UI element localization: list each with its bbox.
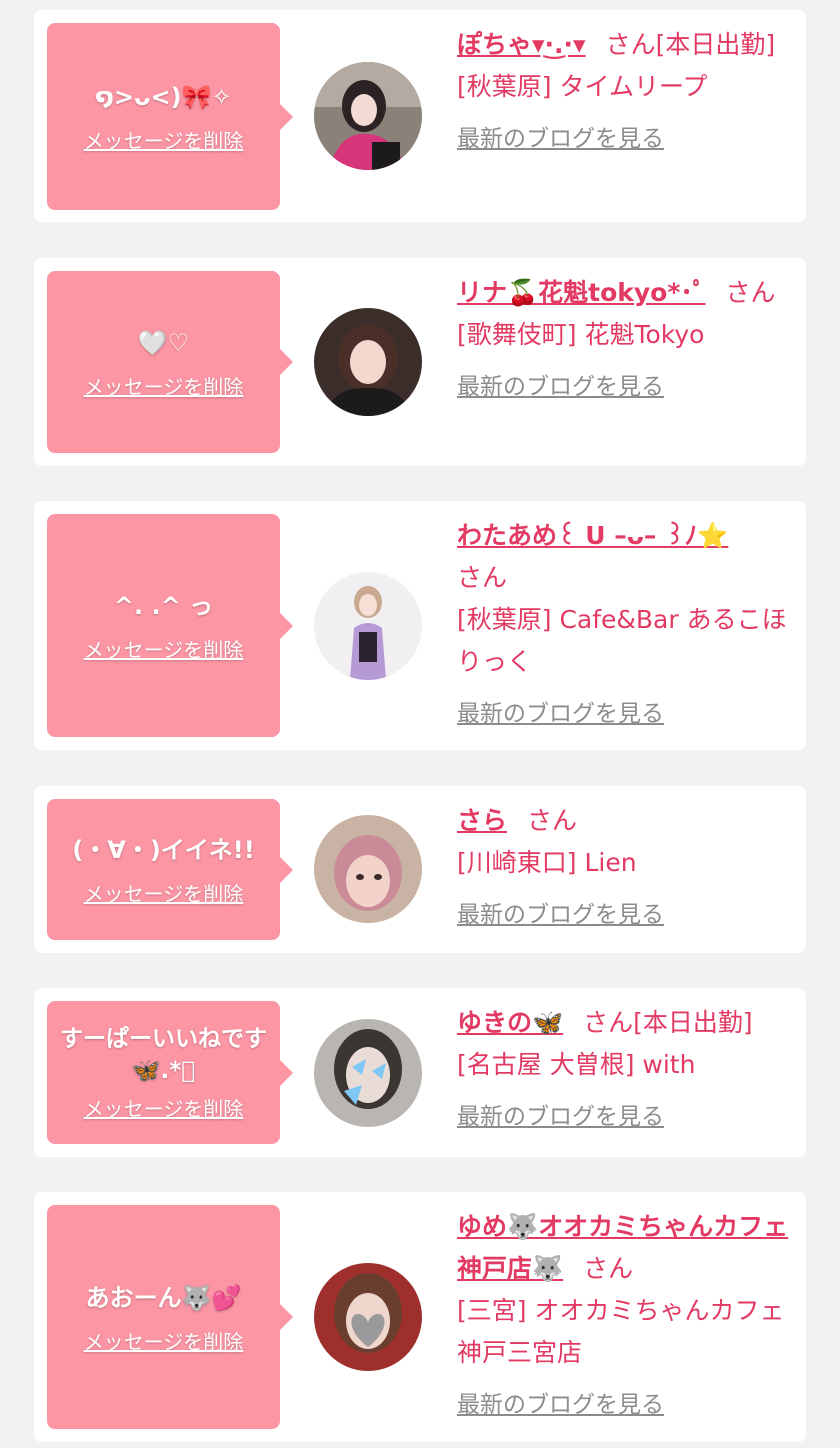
message-text: ໑>ᴗ<)🎀✧ <box>95 83 232 111</box>
photo-avatar-3-icon <box>314 572 422 680</box>
honorific: さん <box>583 1008 634 1037</box>
shop-name: [川崎東口] Lien <box>457 848 637 877</box>
cast-name-link[interactable]: リナ🍒花魁tokyo*･ﾟ <box>457 278 705 307</box>
attendance-badge: [本日出勤] <box>655 30 776 59</box>
avatar[interactable] <box>314 572 422 680</box>
attendance-badge: [本日出勤] <box>633 1008 753 1037</box>
list-item: (・∀・)イイネ!! メッセージを削除 さら さん [川崎東口] Lien 最新の… <box>34 786 806 953</box>
shop-name: [名古屋 大曽根] with <box>457 1050 696 1079</box>
message-bubble: (・∀・)イイネ!! メッセージを削除 <box>47 799 293 940</box>
honorific: さん <box>457 563 508 592</box>
message-text: 🤍♡ <box>137 328 190 357</box>
honorific: さん <box>605 30 656 59</box>
list-item: すーぱーいいねです🦋.*ﾟ メッセージを削除 ゆきの🦋 さん[本日出勤] [名古屋… <box>34 988 806 1157</box>
list-item: ^. .^ っ メッセージを削除 わたあめ꒰ U –ᴗ– ꒱ﾉ⭐️ さん [秋葉… <box>34 501 806 750</box>
delete-message-link[interactable]: メッセージを削除 <box>84 125 244 154</box>
message-text: あおーん🐺💕 <box>85 1283 242 1312</box>
honorific: さん <box>583 1254 634 1283</box>
cast-name-link[interactable]: ぽちゃ▾·͜.·▾ <box>457 30 586 59</box>
photo-avatar-5-icon <box>314 1019 422 1127</box>
avatar[interactable] <box>314 1019 422 1127</box>
photo-avatar-4-icon <box>314 815 422 923</box>
shop-name: [秋葉原] Cafe&Bar あるこほりっく <box>457 605 787 676</box>
avatar[interactable] <box>314 308 422 416</box>
latest-blog-link[interactable]: 最新のブログを見る <box>457 1096 664 1138</box>
photo-avatar-1-icon <box>314 62 422 170</box>
photo-avatar-6-icon <box>314 1263 422 1371</box>
latest-blog-link[interactable]: 最新のブログを見る <box>457 1384 664 1426</box>
list-item: ໑>ᴗ<)🎀✧ メッセージを削除 ぽちゃ▾·͜.·▾ さん[本日出勤] [秋葉原]… <box>34 10 806 222</box>
cast-info: ゆきの🦋 さん[本日出勤] [名古屋 大曽根] with 最新のブログを見る <box>457 1002 793 1138</box>
message-bubble: あおーん🐺💕 メッセージを削除 <box>47 1205 293 1429</box>
cast-info: さら さん [川崎東口] Lien 最新のブログを見る <box>457 800 793 936</box>
delete-message-link[interactable]: メッセージを削除 <box>84 1326 244 1355</box>
cast-info: ぽちゃ▾·͜.·▾ さん[本日出勤] [秋葉原] タイムリープ 最新のブログを見る <box>457 24 793 160</box>
cast-name-link[interactable]: さら <box>457 806 507 835</box>
delete-message-link[interactable]: メッセージを削除 <box>84 1093 244 1122</box>
message-text: すーぱーいいねです🦋.*ﾟ <box>60 1026 267 1084</box>
avatar[interactable] <box>314 815 422 923</box>
message-bubble: すーぱーいいねです🦋.*ﾟ メッセージを削除 <box>47 1001 293 1144</box>
cast-name-link[interactable]: ゆきの🦋 <box>457 1008 563 1037</box>
shop-name: [歌舞伎町] 花魁Tokyo <box>457 320 705 349</box>
latest-blog-link[interactable]: 最新のブログを見る <box>457 693 664 735</box>
message-text: ^. .^ っ <box>113 592 214 620</box>
shop-name: [三宮] オオカミちゃんカフェ神戸三宮店 <box>457 1296 785 1367</box>
list-item: あおーん🐺💕 メッセージを削除 ゆめ🐺オオカミちゃんカフェ神戸店🐺 さん [三宮]… <box>34 1192 806 1442</box>
latest-blog-link[interactable]: 最新のブログを見る <box>457 366 664 408</box>
message-text: (・∀・)イイネ!! <box>72 836 255 864</box>
message-list: ໑>ᴗ<)🎀✧ メッセージを削除 ぽちゃ▾·͜.·▾ さん[本日出勤] [秋葉原]… <box>0 0 840 1448</box>
list-item: 🤍♡ メッセージを削除 リナ🍒花魁tokyo*･ﾟ さん [歌舞伎町] 花魁Tok… <box>34 258 806 466</box>
honorific: さん <box>527 806 578 835</box>
avatar[interactable] <box>314 62 422 170</box>
message-bubble: ^. .^ っ メッセージを削除 <box>47 514 293 737</box>
shop-name: [秋葉原] タイムリープ <box>457 72 708 101</box>
cast-info: ゆめ🐺オオカミちゃんカフェ神戸店🐺 さん [三宮] オオカミちゃんカフェ神戸三宮店… <box>457 1206 793 1426</box>
message-bubble: 🤍♡ メッセージを削除 <box>47 271 293 453</box>
cast-info: リナ🍒花魁tokyo*･ﾟ さん [歌舞伎町] 花魁Tokyo 最新のブログを見る <box>457 272 793 408</box>
delete-message-link[interactable]: メッセージを削除 <box>84 634 244 663</box>
latest-blog-link[interactable]: 最新のブログを見る <box>457 894 664 936</box>
message-bubble: ໑>ᴗ<)🎀✧ メッセージを削除 <box>47 23 293 210</box>
cast-name-link[interactable]: わたあめ꒰ U –ᴗ– ꒱ﾉ⭐️ <box>457 521 728 550</box>
honorific: さん <box>725 278 776 307</box>
avatar[interactable] <box>314 1263 422 1371</box>
photo-avatar-2-icon <box>314 308 422 416</box>
latest-blog-link[interactable]: 最新のブログを見る <box>457 118 664 160</box>
delete-message-link[interactable]: メッセージを削除 <box>84 878 244 907</box>
cast-info: わたあめ꒰ U –ᴗ– ꒱ﾉ⭐️ さん [秋葉原] Cafe&Bar あるこほり… <box>457 515 793 735</box>
delete-message-link[interactable]: メッセージを削除 <box>84 371 244 400</box>
